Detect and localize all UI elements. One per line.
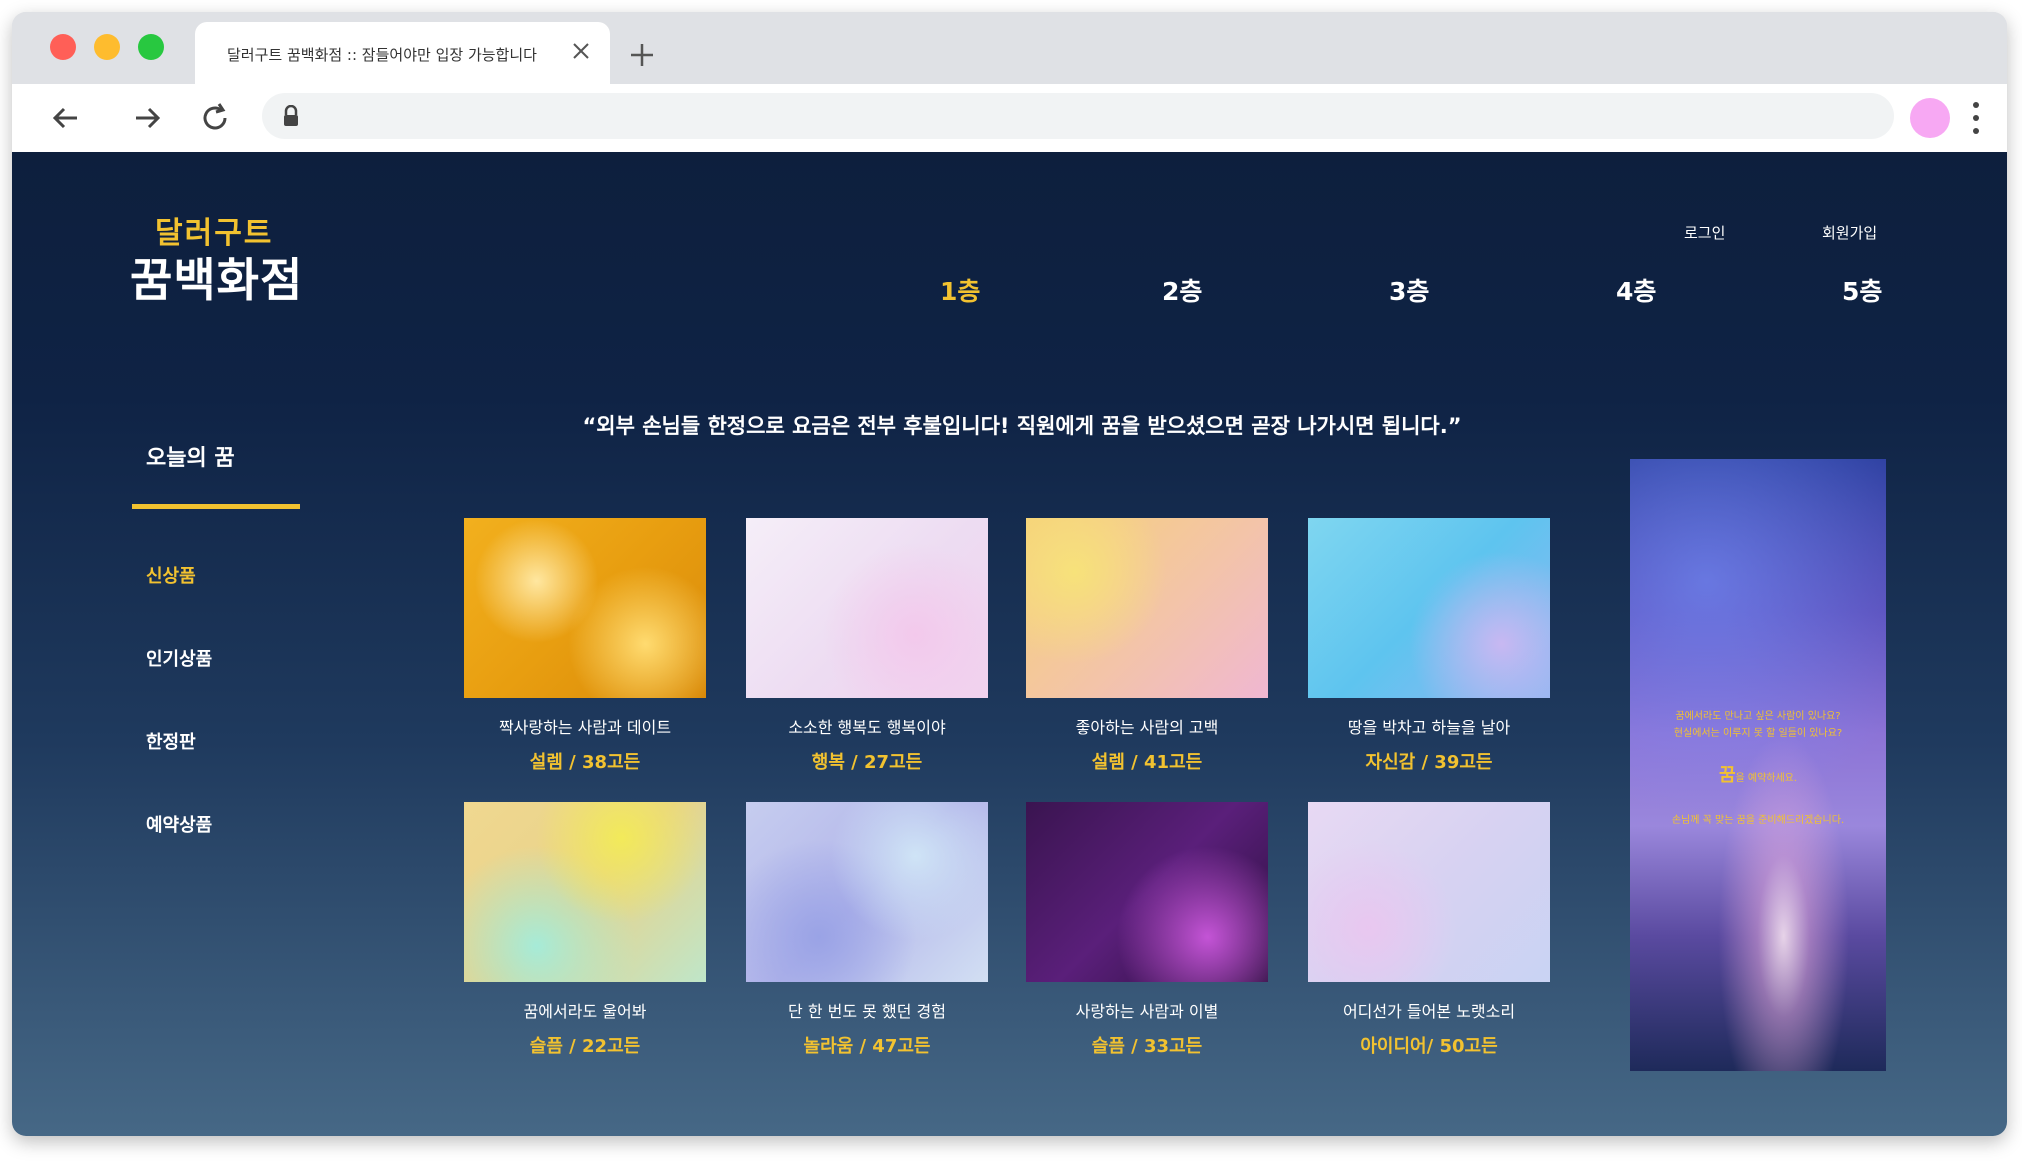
product-card[interactable]: 꿈에서라도 울어봐 슬픔 / 22고든 (464, 802, 706, 1058)
banner-line-3: 손님께 꼭 맞는 꿈을 준비해드리겠습니다. (1671, 815, 1845, 826)
browser-tab[interactable]: 달러구트 꿈백화점 :: 잠들어야만 입장 가능합니다 (195, 22, 610, 84)
sidebar-item-popular[interactable]: 인기상품 (146, 645, 212, 671)
product-image[interactable] (1026, 802, 1268, 982)
product-title[interactable]: 짝사랑하는 사람과 데이트 (464, 714, 706, 738)
profile-avatar[interactable] (1910, 98, 1950, 138)
close-icon[interactable] (566, 36, 596, 66)
product-price: 놀라움 / 47고든 (803, 1036, 931, 1057)
product-image[interactable] (1026, 518, 1268, 698)
product-price: 슬픔 / 33고든 (1091, 1036, 1203, 1057)
sidebar-item-new[interactable]: 신상품 (146, 562, 196, 588)
more-menu-icon[interactable] (1972, 100, 1980, 136)
logo-main-text: 꿈백화점 (130, 253, 304, 307)
nav-floor-4[interactable]: 4층 (1616, 272, 1656, 308)
product-image[interactable] (464, 518, 706, 698)
login-link[interactable]: 로그인 (1684, 222, 1725, 243)
sidebar-item-reservation[interactable]: 예약상품 (146, 811, 212, 837)
product-title[interactable]: 사랑하는 사람과 이별 (1026, 998, 1268, 1022)
product-price: 자신감 / 39고든 (1365, 752, 1493, 773)
banner-line-1: 꿈에서라도 만나고 싶은 사람이 있나요? (1675, 711, 1841, 722)
forward-arrow-icon[interactable] (130, 100, 166, 136)
notice-text: “외부 손님들 한정으로 요금은 전부 후불입니다! 직원에게 꿈을 받으셨으면… (582, 414, 1462, 438)
product-image[interactable] (1308, 518, 1550, 698)
product-title[interactable]: 땅을 박차고 하늘을 날아 (1308, 714, 1550, 738)
promo-banner[interactable]: 꿈에서라도 만나고 싶은 사람이 있나요? 현실에서는 이루지 못 할 일들이 … (1630, 459, 1886, 1071)
product-title[interactable]: 어디선가 들어본 노랫소리 (1308, 998, 1550, 1022)
product-card[interactable]: 소소한 행복도 행복이야 행복 / 27고든 (746, 518, 988, 774)
product-title[interactable]: 꿈에서라도 울어봐 (464, 998, 706, 1022)
lock-icon (284, 105, 298, 126)
banner-line-2: 현실에서는 이루지 못 할 일들이 있나요? (1673, 728, 1843, 739)
nav-floor-3[interactable]: 3층 (1389, 272, 1429, 308)
product-price: 설렘 / 41고든 (1091, 752, 1203, 773)
browser-window: 달러구트 꿈백화점 :: 잠들어야만 입장 가능합니다 달러구트 꿈백화점 로그… (12, 12, 2007, 1136)
product-card[interactable]: 좋아하는 사람의 고백 설렘 / 41고든 (1026, 518, 1268, 774)
web-page: 달러구트 꿈백화점 로그인 회원가입 1층 2층 3층 4층 5층 “외부 손님… (12, 152, 2007, 1136)
maximize-window-button[interactable] (138, 34, 164, 60)
sidebar-item-limited[interactable]: 한정판 (146, 728, 196, 754)
product-image[interactable] (746, 518, 988, 698)
signup-link[interactable]: 회원가입 (1822, 222, 1877, 243)
sidebar-underline (132, 504, 300, 509)
back-arrow-icon[interactable] (47, 100, 83, 136)
product-title[interactable]: 단 한 번도 못 했던 경험 (746, 998, 988, 1022)
product-price: 아이디어/ 50고든 (1360, 1036, 1498, 1057)
plus-icon[interactable] (627, 40, 657, 70)
product-title[interactable]: 소소한 행복도 행복이야 (746, 714, 988, 738)
product-card[interactable]: 단 한 번도 못 했던 경험 놀라움 / 47고든 (746, 802, 988, 1058)
product-image[interactable] (464, 802, 706, 982)
product-price: 행복 / 27고든 (811, 752, 923, 773)
banner-headline-suffix: 을 예약하세요. (1735, 773, 1798, 784)
product-card[interactable]: 짝사랑하는 사람과 데이트 설렘 / 38고든 (464, 518, 706, 774)
sidebar-title: 오늘의 꿈 (146, 446, 235, 471)
nav-floor-5[interactable]: 5층 (1842, 272, 1882, 308)
tab-title: 달러구트 꿈백화점 :: 잠들어야만 입장 가능합니다 (227, 46, 537, 64)
banner-big-word: 꿈 (1718, 765, 1736, 786)
product-price: 설렘 / 38고든 (529, 752, 641, 773)
product-card[interactable]: 어디선가 들어본 노랫소리 아이디어/ 50고든 (1308, 802, 1550, 1058)
product-image[interactable] (746, 802, 988, 982)
address-bar[interactable] (262, 93, 1894, 139)
product-price: 슬픔 / 22고든 (529, 1036, 641, 1057)
tab-bar: 달러구트 꿈백화점 :: 잠들어야만 입장 가능합니다 (12, 12, 2007, 84)
product-card[interactable]: 땅을 박차고 하늘을 날아 자신감 / 39고든 (1308, 518, 1550, 774)
product-card[interactable]: 사랑하는 사람과 이별 슬픔 / 33고든 (1026, 802, 1268, 1058)
reload-icon[interactable] (197, 100, 233, 136)
browser-toolbar (12, 84, 2007, 152)
minimize-window-button[interactable] (94, 34, 120, 60)
close-window-button[interactable] (50, 34, 76, 60)
banner-headline: 꿈을 예약하세요. (1630, 761, 1886, 787)
nav-floor-2[interactable]: 2층 (1162, 272, 1202, 308)
product-image[interactable] (1308, 802, 1550, 982)
product-title[interactable]: 좋아하는 사람의 고백 (1026, 714, 1268, 738)
nav-floor-1[interactable]: 1층 (940, 272, 980, 308)
